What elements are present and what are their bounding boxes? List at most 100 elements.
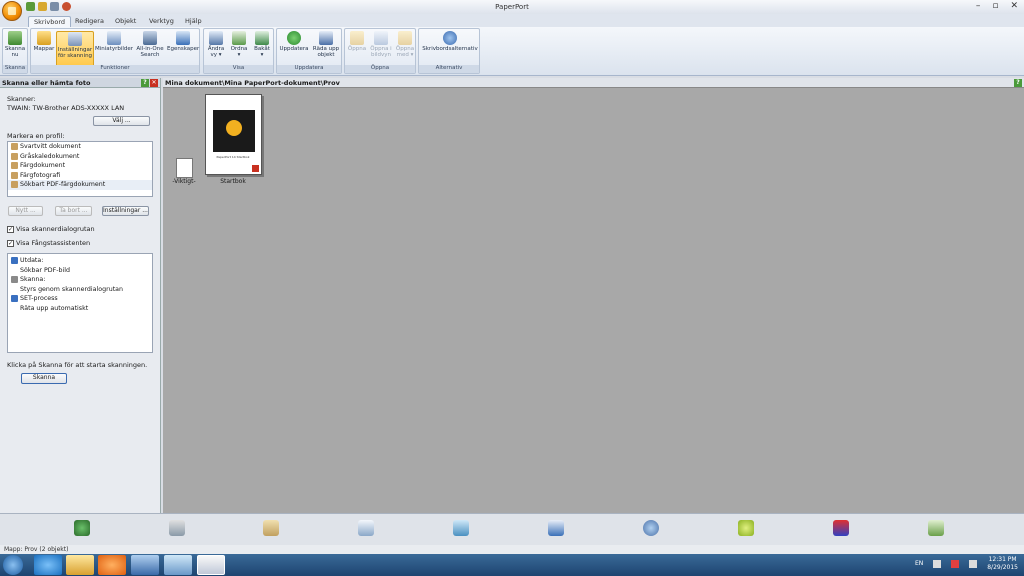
volume-icon[interactable] <box>969 560 978 568</box>
list-item[interactable]: Gråskaledokument <box>8 152 152 162</box>
details-item: Räta upp automatiskt <box>20 304 89 312</box>
ordna-button[interactable]: Ordna ▾ <box>228 31 250 58</box>
clock[interactable]: 12:31 PM 8/29/2015 <box>987 556 1018 572</box>
doc-app-icon[interactable] <box>453 520 469 536</box>
change-view-icon <box>209 31 223 45</box>
language-indicator[interactable]: EN <box>915 560 923 568</box>
skanna-nu-button[interactable]: Skanna nu <box>4 31 26 58</box>
document-item[interactable]: -Viktigt- <box>171 158 197 185</box>
pane-header: Skanna eller hämta foto ? ✕ <box>0 78 160 88</box>
document-pane: Mina dokument\Mina PaperPort-dokument\Pr… <box>163 78 1024 513</box>
people-icon[interactable] <box>833 520 849 536</box>
scanner-icon <box>8 31 22 45</box>
tab-skrivbord[interactable]: Skrivbord <box>28 16 72 27</box>
installningar-button[interactable]: Inställningar ... <box>102 206 149 216</box>
app-title: PaperPort <box>495 3 529 11</box>
open-icon <box>350 31 364 45</box>
rada-upp-objekt-button[interactable]: Räda upp objekt <box>311 31 341 58</box>
skanna-button[interactable]: Skanna <box>21 373 67 384</box>
mappar-button[interactable]: Mappar <box>32 31 56 52</box>
ftp-icon[interactable] <box>548 520 564 536</box>
window-app-icon[interactable] <box>358 520 374 536</box>
scanner-value: TWAIN: TW-Brother ADS-XXXXX LAN <box>7 104 125 112</box>
pdf-badge-icon <box>251 165 259 172</box>
taskbar: EN 12:31 PM 8/29/2015 <box>0 554 1024 576</box>
group-alternativ: Skrivbordsalternativ Alternativ <box>418 28 480 74</box>
list-item[interactable]: Färgfotografi <box>8 171 152 181</box>
open-with-icon <box>398 31 412 45</box>
document-item[interactable]: PaperPort 14 Startbok Startbok <box>203 94 263 185</box>
group-label: Alternativ <box>419 65 479 73</box>
media-player-icon[interactable] <box>98 555 126 575</box>
alert-icon[interactable] <box>951 560 960 568</box>
group-label: Visa <box>204 65 273 73</box>
document-icon <box>175 158 193 178</box>
visa-fangstassistenten-checkbox[interactable]: ✓ Visa Fångstassistenten <box>7 239 90 247</box>
checkbox[interactable]: ✓ <box>7 225 14 233</box>
profile-icon <box>11 181 18 189</box>
hexagon-app-icon[interactable] <box>738 520 754 536</box>
properties-icon <box>176 31 190 45</box>
computer-icon[interactable] <box>131 555 159 575</box>
bakat-button[interactable]: Bakåt ▾ <box>251 31 273 58</box>
details-item: Styrs genom skannerdialogrutan <box>20 285 124 293</box>
minimize-button[interactable]: – <box>976 1 981 11</box>
tab-verktyg[interactable]: Verktyg <box>144 16 179 27</box>
oppna-button[interactable]: Öppna <box>346 31 368 52</box>
valj-button[interactable]: Välj ... <box>93 116 150 126</box>
app-icon[interactable] <box>74 520 90 536</box>
list-item[interactable]: Färgdokument <box>8 161 152 171</box>
tab-hjalp[interactable]: Hjälp <box>180 16 207 27</box>
help-icon[interactable]: ? <box>1014 79 1022 87</box>
andra-vy-button[interactable]: Ändra vy ▾ <box>206 31 226 58</box>
scanner-app-icon[interactable] <box>169 520 185 536</box>
scan-settings-icon <box>68 32 82 46</box>
visa-skannerdialogrutan-checkbox[interactable]: ✓ Visa skannerdialogrutan <box>7 225 95 233</box>
checkbox[interactable]: ✓ <box>7 239 14 247</box>
scanner-icon <box>11 276 18 284</box>
back-arrow-icon <box>255 31 269 45</box>
application-menu-button[interactable] <box>2 1 22 21</box>
process-icon <box>11 295 18 303</box>
group-label: Funktioner <box>31 65 199 73</box>
folder-icon[interactable] <box>66 555 94 575</box>
all-in-one-search-button[interactable]: All-in-One Search <box>134 31 166 58</box>
egenskaper-button[interactable]: Egenskaper <box>167 31 199 52</box>
recycle-icon[interactable] <box>928 520 944 536</box>
group-visa: Ändra vy ▾ Ordna ▾ Bakåt ▾ Visa <box>203 28 274 74</box>
share-icon[interactable] <box>643 520 659 536</box>
scanner-task-icon[interactable] <box>164 555 192 575</box>
document-thumbnail: PaperPort 14 Startbok <box>204 94 262 175</box>
profile-icon <box>11 143 18 151</box>
system-tray: EN 12:31 PM 8/29/2015 <box>915 556 1018 572</box>
oppna-med-button[interactable]: Öppna med ▾ <box>394 31 416 58</box>
list-item[interactable]: Svartvitt dokument <box>8 142 152 152</box>
list-item-selected[interactable]: Sökbart PDF-färgdokument <box>8 180 152 190</box>
group-label: Uppdatera <box>277 65 341 73</box>
nytt-button[interactable]: Nytt ... <box>8 206 43 216</box>
details-item: Utdata: <box>8 256 152 266</box>
installningar-for-skanning-button[interactable]: Inställningar för skanning <box>56 31 94 67</box>
help-icon[interactable]: ? <box>141 79 149 87</box>
tab-redigera[interactable]: Redigera <box>70 16 109 27</box>
folder-path: Mina dokument\Mina PaperPort-dokument\Pr… <box>165 79 340 87</box>
maximize-button[interactable]: ▫ <box>992 1 998 11</box>
uppdatera-button[interactable]: Uppdatera <box>278 31 310 52</box>
paperport-task-icon[interactable] <box>197 555 225 575</box>
close-icon[interactable]: ✕ <box>150 79 158 87</box>
oppna-i-bildvyn-button[interactable]: Öppna i bildvyn <box>369 31 393 58</box>
details-item: Skanna: <box>8 275 152 285</box>
tab-objekt[interactable]: Objekt <box>110 16 141 27</box>
network-icon[interactable] <box>933 560 942 568</box>
browser-icon[interactable] <box>34 555 62 575</box>
arrange-icon <box>232 31 246 45</box>
title-bar: PaperPort – ▫ ✕ <box>0 0 1024 14</box>
details-item: Sökbar PDF-bild <box>20 266 70 274</box>
start-button[interactable] <box>3 555 23 575</box>
paint-icon[interactable] <box>263 520 279 536</box>
ta-bort-button[interactable]: Ta bort ... <box>55 206 92 216</box>
tidy-icon <box>319 31 333 45</box>
skrivbordsalternativ-button[interactable]: Skrivbordsalternativ <box>420 31 480 52</box>
close-button[interactable]: ✕ <box>1010 1 1018 11</box>
miniatyrbilder-button[interactable]: Miniatyrbilder <box>95 31 133 52</box>
